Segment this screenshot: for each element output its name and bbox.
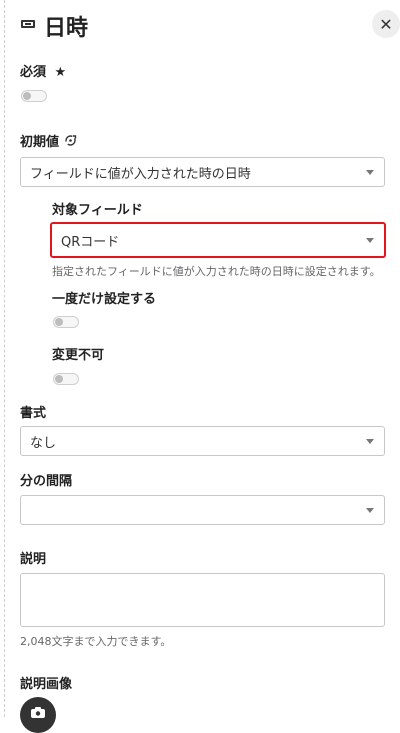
chevron-down-icon [366,508,374,513]
required-toggle[interactable] [21,90,47,102]
description-label: 説明 [20,552,47,567]
target-field-label: 対象フィールド [52,203,143,218]
required-star-icon: ★ [54,65,67,80]
close-icon: ✕ [379,14,393,34]
set-once-label: 一度だけ設定する [52,292,157,307]
immutable-toggle[interactable] [53,373,79,385]
target-field-select[interactable]: QRコード [50,222,386,258]
minute-interval-select[interactable] [20,495,385,525]
minute-interval-label: 分の間隔 [20,474,73,489]
add-image-button[interactable] [20,697,56,733]
format-label: 書式 [20,406,47,421]
camera-icon [31,707,45,718]
immutable-label: 変更不可 [52,348,105,363]
chevron-down-icon [366,170,374,175]
set-once-toggle[interactable] [53,316,79,328]
description-image-label: 説明画像 [20,677,73,692]
chevron-down-icon [366,238,374,243]
required-label: 必須 ★ [20,65,67,80]
initial-value-label: 初期値 [20,131,77,150]
close-button[interactable]: ✕ [372,10,400,38]
description-limit-text: 2,048文字まで入力できます。 [20,635,172,648]
description-textarea[interactable] [20,573,385,627]
sync-icon[interactable] [64,134,77,147]
page-title: 日時 [44,16,89,41]
target-field-help: 指定されたフィールドに値が入力された時の日時に設定されます。 [52,265,381,278]
initial-value-select[interactable]: フィールドに値が入力された時の日時 [20,157,385,187]
format-select[interactable]: なし [20,426,385,456]
date-field-icon [21,20,35,28]
panel-left-border [0,0,5,717]
chevron-down-icon [366,439,374,444]
